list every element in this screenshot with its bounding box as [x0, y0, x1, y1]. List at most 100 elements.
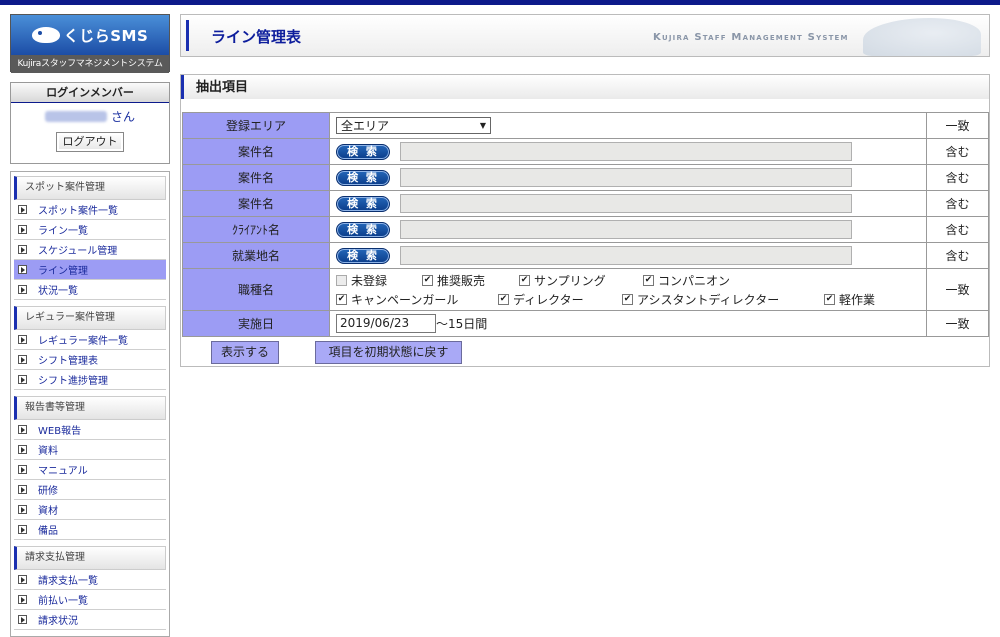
checkmark-icon: ✔ [498, 293, 509, 305]
arrow-right-icon [18, 285, 27, 294]
menu-group-regular: レギュラー案件管理 レギュラー案件一覧 シフト管理表 シフト進捗管理 [14, 306, 166, 390]
match-mode-label: 含む [926, 190, 989, 217]
sidebar-item-regular-list[interactable]: レギュラー案件一覧 [14, 330, 166, 350]
arrow-right-icon [18, 465, 27, 474]
project-name-field[interactable] [400, 194, 852, 213]
match-mode-label: 一致 [926, 112, 989, 139]
sidebar-item-spot-list[interactable]: スポット案件一覧 [14, 200, 166, 220]
job-checkbox[interactable]: ✔ ディレクター [498, 291, 622, 308]
arrow-right-icon [18, 575, 27, 584]
row-label: 案件名 [182, 164, 330, 191]
checkbox-icon [336, 274, 347, 286]
match-mode-label: 一致 [926, 268, 989, 311]
show-button[interactable]: 表示する [211, 341, 279, 364]
app-logo[interactable]: くじらSMS Kujiraスタッフマネジメントシステム [10, 14, 170, 73]
date-label: 実施日 [182, 310, 330, 337]
sidebar-item-prepayment-list[interactable]: 前払い一覧 [14, 590, 166, 610]
search-button[interactable]: 検 索 [336, 221, 390, 238]
logout-button[interactable]: ログアウト [56, 132, 124, 152]
match-mode-label: 含む [926, 164, 989, 191]
sidebar-item-web-report[interactable]: WEB報告 [14, 420, 166, 440]
arrow-right-icon [18, 505, 27, 514]
menu-group-header: レギュラー案件管理 [14, 306, 166, 330]
job-checkbox[interactable]: ✔ アシスタントディレクター [622, 291, 824, 308]
search-button[interactable]: 検 索 [336, 195, 390, 212]
sidebar-item-manual[interactable]: マニュアル [14, 460, 166, 480]
search-button[interactable]: 検 索 [336, 169, 390, 186]
arrow-right-icon [18, 425, 27, 434]
reset-button[interactable]: 項目を初期状態に戻す [315, 341, 462, 364]
row-label: ｸﾗｲｱﾝﾄ名 [182, 216, 330, 243]
job-checkbox[interactable]: ✔ 軽作業 [824, 291, 875, 308]
job-checkbox[interactable]: 未登録 [336, 272, 422, 289]
sidebar-item-billing-list[interactable]: 請求支払一覧 [14, 570, 166, 590]
menu-group-header: スポット案件管理 [14, 176, 166, 200]
arrow-right-icon [18, 525, 27, 534]
job-checkbox[interactable]: ✔ キャンペーンガール [336, 291, 498, 308]
sidebar-item-training[interactable]: 研修 [14, 480, 166, 500]
arrow-right-icon [18, 445, 27, 454]
checkmark-icon: ✔ [824, 293, 835, 305]
workplace-name-field[interactable] [400, 246, 852, 265]
area-label: 登録エリア [182, 112, 330, 139]
sidebar-menu: スポット案件管理 スポット案件一覧 ライン一覧 スケジュール管理 ライン管理 状… [10, 171, 170, 637]
arrow-right-icon [18, 595, 27, 604]
whale-logo-icon [31, 27, 60, 43]
arrow-right-icon [18, 375, 27, 384]
sidebar-item-equipment[interactable]: 備品 [14, 520, 166, 540]
project-name-field[interactable] [400, 142, 852, 161]
sidebar-item-billing-status[interactable]: 請求状況 [14, 610, 166, 630]
arrow-right-icon [18, 485, 27, 494]
job-checkbox[interactable]: ✔ 推奨販売 [422, 272, 519, 289]
area-select[interactable]: 全エリア ▼ [336, 117, 491, 134]
sidebar-item-line-management[interactable]: ライン管理 [14, 260, 166, 280]
table-row: 就業地名 検 索 含む [182, 242, 989, 269]
sidebar-item-line-list[interactable]: ライン一覧 [14, 220, 166, 240]
table-row: ｸﾗｲｱﾝﾄ名 検 索 含む [182, 216, 989, 243]
client-name-field[interactable] [400, 220, 852, 239]
menu-group-header: 請求支払管理 [14, 546, 166, 570]
sidebar: くじらSMS Kujiraスタッフマネジメントシステム ログインメンバー さん … [10, 14, 170, 637]
page-header: ライン管理表 Kujira Staff Management System [180, 14, 990, 57]
checkmark-icon: ✔ [336, 293, 347, 305]
page-title: ライン管理表 [211, 28, 302, 46]
system-name: Kujira Staff Management System [653, 32, 849, 43]
table-row: 実施日 2019/06/23 ～15日間 一致 [182, 310, 989, 337]
match-mode-label: 一致 [926, 310, 989, 337]
job-checkbox[interactable]: ✔ コンパニオン [643, 272, 730, 289]
checkmark-icon: ✔ [622, 293, 633, 305]
table-row: 案件名 検 索 含む [182, 138, 989, 165]
table-row: 案件名 検 索 含む [182, 164, 989, 191]
filter-table: 登録エリア 全エリア ▼ 一致 案件名 検 索 含む 案件名 検 索 含む 案件名… [182, 112, 989, 337]
search-button[interactable]: 検 索 [336, 247, 390, 264]
logo-subtitle: Kujiraスタッフマネジメントシステム [11, 55, 169, 73]
checkmark-icon: ✔ [519, 274, 530, 286]
job-type-label: 職種名 [182, 268, 330, 311]
arrow-right-icon [18, 265, 27, 274]
login-member-box: ログインメンバー さん ログアウト [10, 82, 170, 164]
whale-watermark-icon [863, 18, 981, 56]
match-mode-label: 含む [926, 242, 989, 269]
arrow-right-icon [18, 245, 27, 254]
arrow-right-icon [18, 355, 27, 364]
user-honorific: さん [110, 109, 135, 124]
match-mode-label: 含む [926, 216, 989, 243]
date-input[interactable]: 2019/06/23 [336, 314, 436, 333]
sidebar-item-documents[interactable]: 資料 [14, 440, 166, 460]
job-checkbox[interactable]: ✔ サンプリング [519, 272, 643, 289]
sidebar-item-shift-table[interactable]: シフト管理表 [14, 350, 166, 370]
search-button[interactable]: 検 索 [336, 143, 390, 160]
sidebar-item-schedule[interactable]: スケジュール管理 [14, 240, 166, 260]
logo-text: くじらSMS [63, 26, 149, 45]
project-name-field[interactable] [400, 168, 852, 187]
menu-group-header: 報告書等管理 [14, 396, 166, 420]
arrow-right-icon [18, 615, 27, 624]
dropdown-arrow-icon: ▼ [479, 121, 486, 130]
menu-group-reports: 報告書等管理 WEB報告 資料 マニュアル 研修 資材 備品 [14, 396, 166, 540]
sidebar-item-status-list[interactable]: 状況一覧 [14, 280, 166, 300]
match-mode-label: 含む [926, 138, 989, 165]
blurred-user-name [44, 110, 107, 122]
table-row: 登録エリア 全エリア ▼ 一致 [182, 112, 989, 139]
sidebar-item-materials[interactable]: 資材 [14, 500, 166, 520]
sidebar-item-shift-progress[interactable]: シフト進捗管理 [14, 370, 166, 390]
